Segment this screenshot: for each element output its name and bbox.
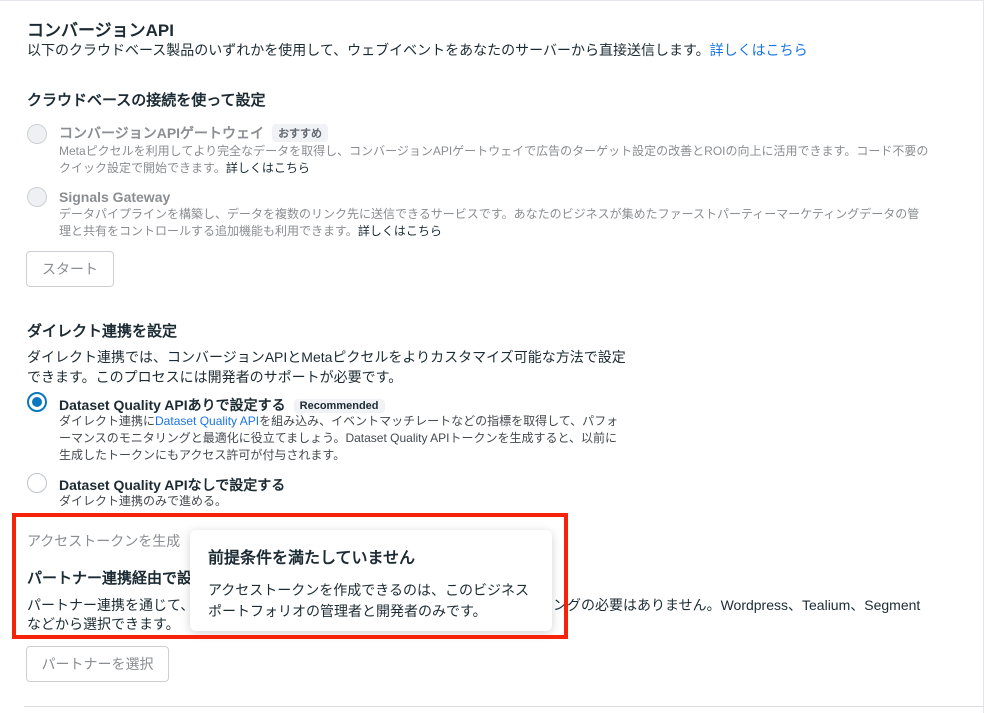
signals-gateway-title: Signals Gateway [59,189,171,205]
cloud-section-heading: クラウドベースの接続を使って設定 [27,92,266,109]
signals-desc-line2: 理と共有をコントロールする追加機能も利用できます。 [59,224,358,238]
gateway-radio[interactable] [27,124,47,144]
with-api-desc-suffix: を組み込み、イベントマッチレートなどの指標を取得して、パフォ [259,414,619,428]
with-api-desc-line1: ダイレクト連携にDataset Quality APIを組み込み、イベントマッチ… [59,413,618,430]
gateway-option-title: コンバージョンAPIゲートウェイ [59,125,265,141]
recommended-badge-en: Recommended [293,399,385,413]
signals-gateway-description: データパイプラインを構築し、データを複数のリンク先に送信できるサービスです。あな… [59,206,919,240]
with-api-desc-line3: 生成したトークンにもアクセス許可が付与されます。 [59,448,346,462]
page-title: コンバージョンAPI [27,21,174,40]
dataset-quality-api-link[interactable]: Dataset Quality API [155,414,259,428]
signals-desc-line2-wrap: 理と共有をコントロールする追加機能も利用できます。詳しくはこちら [59,223,919,240]
direct-description: ダイレクト連携では、コンバージョンAPIとMetaピクセルをよりカスタマイズ可能… [27,347,626,387]
bottom-divider [24,706,984,707]
learn-more-link[interactable]: 詳しくはこちら [710,42,808,58]
with-dataset-api-description: ダイレクト連携にDataset Quality APIを組み込み、イベントマッチ… [59,413,618,464]
without-dataset-api-title: Dataset Quality APIなしで設定する [59,477,286,493]
without-dataset-api-description: ダイレクト連携のみで進める。 [59,494,228,508]
signals-gateway-radio[interactable] [27,187,47,207]
with-api-desc-prefix: ダイレクト連携に [59,414,156,428]
recommended-badge: おすすめ [272,124,329,142]
with-api-desc-line2: ーマンスのモニタリングと最適化に役立てましょう。Dataset Quality … [59,431,618,445]
gateway-desc-line2-wrap: クイック設定で開始できます。詳しくはこちら [59,160,928,177]
start-button[interactable]: スタート [26,251,114,287]
gateway-option-description: Metaピクセルを利用してより完全なデータを取得し、コンバージョンAPIゲートウ… [59,143,928,177]
gateway-learn-more-link[interactable]: 詳しくはこちら [226,161,310,175]
signals-learn-more-link[interactable]: 詳しくはこちら [358,224,442,238]
page-description-text: 以下のクラウドベース製品のいずれかを使用して、ウェブイベントをあなたのサーバーか… [27,42,710,58]
direct-desc-line2: できます。このプロセスには開発者のサポートが必要です。 [27,369,403,385]
select-partner-button[interactable]: パートナーを選択 [26,646,169,682]
page-description: 以下のクラウドベース製品のいずれかを使用して、ウェブイベントをあなたのサーバーか… [27,40,808,60]
partner-desc-line1-end: ングの必要はありません。Wordpress、Tealium、Segment [553,597,921,613]
with-dataset-api-title: Dataset Quality APIありで設定する [59,397,286,413]
annotation-highlight-box [12,513,568,639]
direct-section-heading: ダイレクト連携を設定 [27,323,178,340]
signals-desc-line1: データパイプラインを構築し、データを複数のリンク先に送信できるサービスです。あな… [59,207,920,221]
gateway-option: コンバージョンAPIゲートウェイ おすすめ [59,123,329,143]
with-dataset-api-radio[interactable] [27,392,47,412]
gateway-desc-line2: クイック設定で開始できます。 [59,161,226,175]
without-dataset-api-radio[interactable] [27,473,47,493]
direct-desc-line1: ダイレクト連携では、コンバージョンAPIとMetaピクセルをよりカスタマイズ可能… [27,349,626,365]
top-divider [0,0,984,1]
gateway-desc-line1: Metaピクセルを利用してより完全なデータを取得し、コンバージョンAPIゲートウ… [59,144,929,158]
with-dataset-api-option: Dataset Quality APIありで設定する Recommended [59,395,385,415]
